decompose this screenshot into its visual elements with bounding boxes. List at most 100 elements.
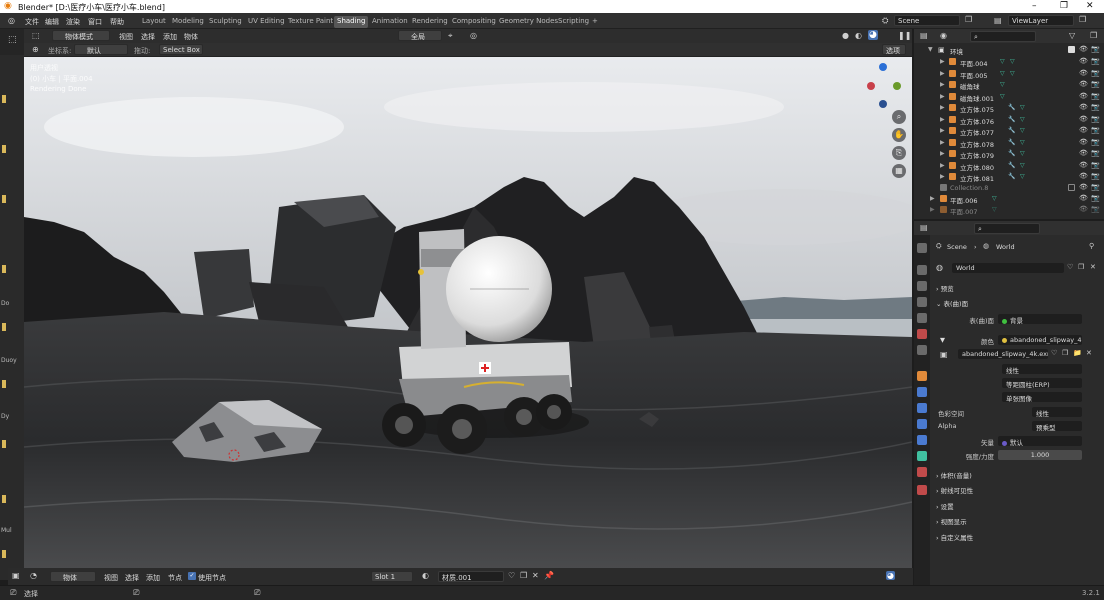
visibility-eye-icon[interactable]: 👁 [1079, 69, 1088, 77]
tab-scene-icon[interactable] [917, 313, 927, 323]
section-surface[interactable]: ⌄ 表(曲)面 [936, 298, 968, 308]
render-camera-icon[interactable]: 📷 [1091, 126, 1100, 134]
shader-menu-view[interactable]: 视图 [104, 573, 118, 583]
render-camera-icon[interactable]: 📷 [1091, 194, 1100, 202]
world-name-field[interactable]: World [952, 263, 1064, 273]
expand-icon[interactable]: ▼ [928, 46, 933, 53]
close-button[interactable]: ✕ [1086, 1, 1094, 11]
colorspace-dropdown[interactable]: 线性 [1032, 407, 1082, 417]
shader-menu-add[interactable]: 添加 [146, 573, 160, 583]
vector-field[interactable]: 默认 [998, 436, 1082, 446]
gizmo-y-axis[interactable] [893, 82, 901, 90]
shader-menu-select[interactable]: 选择 [125, 573, 139, 583]
outliner-search-input[interactable]: ⌕ [970, 31, 1036, 42]
tab-world-icon[interactable] [917, 329, 927, 339]
render-camera-icon[interactable]: 📷 [1091, 92, 1100, 100]
shading-solid-icon[interactable]: ● [842, 31, 849, 40]
expand-icon[interactable]: ▶ [940, 127, 945, 134]
expand-icon[interactable]: ▶ [930, 195, 935, 202]
transform-icon[interactable]: ⊕ [32, 45, 39, 54]
image-copy-icon[interactable]: ❐ [1062, 349, 1068, 357]
render-camera-icon[interactable]: 📷 [1091, 172, 1100, 180]
outliner-collection-row[interactable]: Collection.8 👁 📷 [914, 183, 1104, 194]
visibility-eye-icon[interactable]: 👁 [1079, 126, 1088, 134]
render-camera-icon[interactable]: 📷 [1091, 205, 1100, 213]
render-camera-icon[interactable]: 📷 [1091, 57, 1100, 65]
outliner-object-row[interactable]: ▶ 立方体.078 🔧 ▽ 👁 📷 [914, 138, 1104, 149]
exclude-checkbox[interactable] [1068, 184, 1075, 191]
outliner-object-row[interactable]: ▶ 平面.004 ▽ ▽ 👁 📷 [914, 57, 1104, 68]
tab-shading[interactable]: Shading [334, 16, 369, 28]
expand-icon[interactable]: ▶ [940, 93, 945, 100]
outliner-object-row[interactable]: ▶ 立方体.077 🔧 ▽ 👁 📷 [914, 126, 1104, 137]
outliner-object-row[interactable]: ▶ 立方体.076 🔧 ▽ 👁 📷 [914, 115, 1104, 126]
projection-dropdown[interactable]: 等距圆柱(ERP) [1002, 378, 1082, 388]
alpha-dropdown[interactable]: 预乘型 [1032, 421, 1082, 431]
menu-window[interactable]: 窗口 [88, 17, 102, 27]
tab-layout[interactable]: Layout [139, 16, 169, 28]
expand-icon[interactable]: ▶ [940, 104, 945, 111]
tab-collection-icon[interactable] [917, 345, 927, 355]
outliner-object-row[interactable]: ▶ 立方体.079 🔧 ▽ 👁 📷 [914, 149, 1104, 160]
surface-shader-field[interactable]: 背景 [998, 314, 1082, 324]
render-camera-icon[interactable]: 📷 [1091, 161, 1100, 169]
image-open-icon[interactable]: 📁 [1073, 349, 1082, 357]
tool-select-icon[interactable]: ⬚ [8, 35, 17, 45]
outliner-object-row[interactable]: ▶ 立方体.080 🔧 ▽ 👁 📷 [914, 161, 1104, 172]
shader-mode-dropdown[interactable]: 物体 [50, 571, 96, 582]
outliner-collection-row[interactable]: ▼ ▣ 环境 👁 📷 [914, 45, 1104, 56]
new-collection-icon[interactable]: ❐ [1090, 31, 1097, 40]
material-field[interactable]: 材质.001 [438, 571, 504, 582]
interpolation-dropdown[interactable]: 线性 [1002, 364, 1082, 374]
menu-view[interactable]: 视图 [119, 32, 133, 42]
properties-search-input[interactable]: ⌕ [974, 223, 1040, 234]
unlink-world-icon[interactable]: ✕ [1090, 263, 1096, 271]
outliner-object-row[interactable]: ▶ 磁角球 ▽ 👁 📷 [914, 80, 1104, 91]
tab-scripting[interactable]: Scripting [555, 16, 592, 28]
image-browse-icon[interactable]: ▣ [940, 350, 948, 359]
gizmo-neg-z-axis[interactable] [879, 100, 887, 108]
image-name-field[interactable]: abandoned_slipway_4k.exr [958, 349, 1048, 359]
expand-icon[interactable]: ▶ [940, 81, 945, 88]
unlink-material-icon[interactable]: ✕ [532, 571, 539, 580]
outliner-object-row[interactable]: ▶ 平面.005 ▽ ▽ 👁 📷 [914, 69, 1104, 80]
visibility-eye-icon[interactable]: 👁 [1079, 149, 1088, 157]
image-unlink-icon[interactable]: ✕ [1086, 349, 1092, 357]
display-mode-icon[interactable]: ◉ [940, 31, 947, 40]
shading-rendered-icon[interactable]: ◕ [868, 30, 878, 40]
menu-file[interactable]: 文件 [25, 17, 39, 27]
visibility-eye-icon[interactable]: 👁 [1079, 194, 1088, 202]
outliner-object-row[interactable]: ▶ 磁角球.001 ▽ 👁 📷 [914, 92, 1104, 103]
visibility-eye-icon[interactable]: 👁 [1079, 92, 1088, 100]
section-settings[interactable]: › 设置 [936, 501, 954, 511]
view-layer-selector[interactable]: ViewLayer [1008, 15, 1074, 26]
outliner-object-row[interactable]: ▶ 平面.006 ▽ 👁 📷 [914, 194, 1104, 205]
pan-hand-icon[interactable]: ✋ [892, 128, 906, 142]
tab-modeling[interactable]: Modeling [169, 16, 207, 28]
3d-viewport[interactable]: 用户透视 (0) 小车 | 平面.004 Rendering Done ⌕ ✋ … [24, 57, 912, 568]
tab-geometry-nodes[interactable]: Geometry Nodes [496, 16, 561, 28]
outliner-editor-icon[interactable]: ▤ [920, 31, 928, 40]
tab-compositing[interactable]: Compositing [449, 16, 499, 28]
fake-user-icon[interactable]: ♡ [1067, 263, 1073, 271]
tab-physics-icon[interactable] [917, 419, 927, 429]
pin-icon[interactable]: 📌 [544, 571, 554, 580]
visibility-eye-icon[interactable]: 👁 [1079, 45, 1088, 53]
render-camera-icon[interactable]: 📷 [1091, 183, 1100, 191]
visibility-eye-icon[interactable]: 👁 [1079, 57, 1088, 65]
expand-icon[interactable]: ▶ [940, 139, 945, 146]
section-custom-props[interactable]: › 自定义属性 [936, 532, 973, 542]
tab-constraints-icon[interactable] [917, 435, 927, 445]
camera-view-icon[interactable]: ⎘ [892, 146, 906, 160]
view-layer-copy-icon[interactable]: ❐ [1079, 15, 1086, 24]
ortho-grid-icon[interactable]: ▦ [892, 164, 906, 178]
visibility-eye-icon[interactable]: 👁 [1079, 138, 1088, 146]
tab-rendering[interactable]: Rendering [409, 16, 451, 28]
pivot-dropdown[interactable]: 全局 [398, 30, 442, 41]
slot-dropdown[interactable]: Slot 1 [371, 571, 413, 582]
tab-sculpting[interactable]: Sculpting [206, 16, 245, 28]
menu-add[interactable]: 添加 [163, 32, 177, 42]
shader-menu-node[interactable]: 节点 [168, 573, 182, 583]
tab-particles-icon[interactable] [917, 403, 927, 413]
expand-icon[interactable]: ▶ [940, 70, 945, 77]
